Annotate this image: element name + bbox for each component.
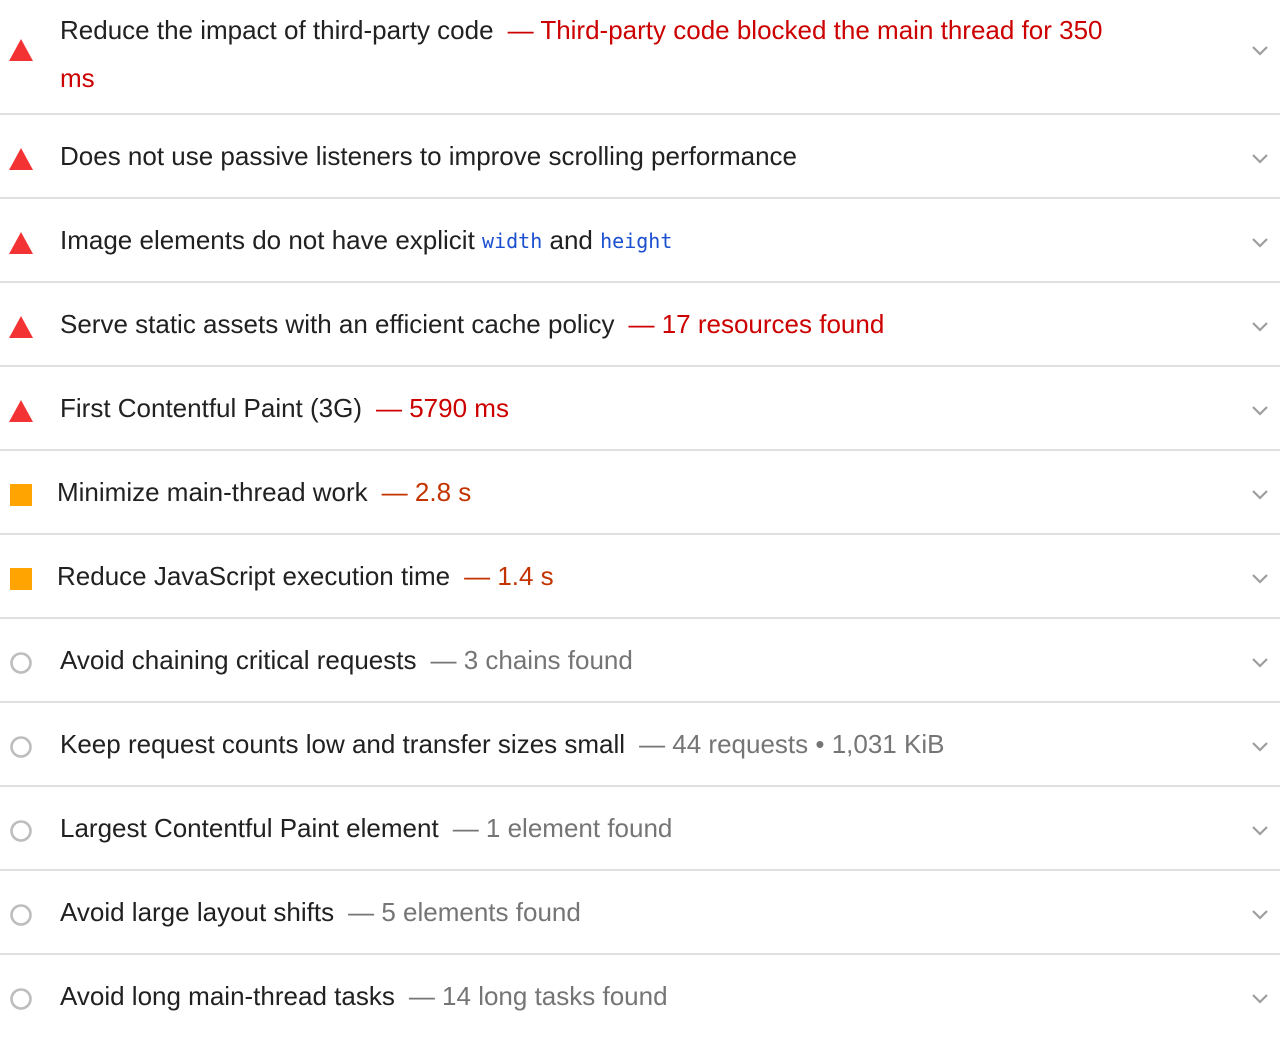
audit-title-part1: Image elements do not have explicit xyxy=(60,225,475,255)
audit-title: Keep request counts low and transfer siz… xyxy=(60,729,626,759)
audit-title-line: Serve static assets with an efficient ca… xyxy=(60,307,1130,342)
audit-title: Does not use passive listeners to improv… xyxy=(60,141,798,171)
chevron-down-icon[interactable] xyxy=(1250,400,1270,420)
chevron-down-icon[interactable] xyxy=(1250,484,1270,504)
informative-circle-icon xyxy=(8,902,34,928)
chevron-down-icon[interactable] xyxy=(1250,148,1270,168)
audit-display-value: — 2.8 s xyxy=(381,477,472,507)
audit-title-part2: and xyxy=(549,225,593,255)
fail-triangle-icon xyxy=(8,314,34,340)
chevron-down-icon[interactable] xyxy=(1250,568,1270,588)
audit-display-value: — 1.4 s xyxy=(464,561,554,591)
audit-display-value: — 44 requests • 1,031 KiB xyxy=(639,729,945,759)
audit-list: Reduce the impact of third-party code — T… xyxy=(0,0,1280,1039)
fail-triangle-icon xyxy=(8,146,34,172)
chevron-down-icon[interactable] xyxy=(1250,316,1270,336)
audit-title-line: Avoid large layout shifts — 5 elements fo… xyxy=(60,895,1130,930)
audit-long-tasks[interactable]: Avoid long main-thread tasks — 14 long ta… xyxy=(0,955,1280,1039)
audit-title-line: Reduce the impact of third-party code — T… xyxy=(60,6,1130,102)
audit-title: Avoid chaining critical requests xyxy=(60,645,417,675)
code-width: width xyxy=(482,229,543,253)
audit-title: Avoid long main-thread tasks xyxy=(60,981,395,1011)
audit-display-value: — 5 elements found xyxy=(348,897,581,927)
audit-mainthread-work-breakdown[interactable]: Minimize main-thread work — 2.8 s xyxy=(0,451,1280,535)
audit-display-value: — 3 chains found xyxy=(430,645,633,675)
chevron-down-icon[interactable] xyxy=(1250,988,1270,1008)
informative-circle-icon xyxy=(8,650,34,676)
informative-circle-icon xyxy=(8,734,34,760)
audit-display-value: — 17 resources found xyxy=(628,309,885,339)
audit-title: Serve static assets with an efficient ca… xyxy=(60,309,615,339)
audit-display-value: — 5790 ms xyxy=(376,393,509,423)
chevron-down-icon[interactable] xyxy=(1250,736,1270,756)
average-square-icon xyxy=(8,566,34,592)
chevron-down-icon[interactable] xyxy=(1250,904,1270,924)
audit-title: Minimize main-thread work xyxy=(57,477,368,507)
audit-uses-passive-event-listeners[interactable]: Does not use passive listeners to improv… xyxy=(0,115,1280,199)
audit-title: First Contentful Paint (3G) xyxy=(60,393,362,423)
audit-title-line: Keep request counts low and transfer siz… xyxy=(60,727,1130,762)
fail-triangle-icon xyxy=(8,398,34,424)
audit-uses-long-cache-ttl[interactable]: Serve static assets with an efficient ca… xyxy=(0,283,1280,367)
informative-circle-icon xyxy=(8,818,34,844)
audit-third-party-summary[interactable]: Reduce the impact of third-party code — T… xyxy=(0,0,1280,115)
audit-title-line: Avoid long main-thread tasks — 14 long ta… xyxy=(60,979,1130,1014)
audit-title: Largest Contentful Paint element xyxy=(60,813,439,843)
informative-circle-icon xyxy=(8,986,34,1012)
chevron-down-icon[interactable] xyxy=(1250,820,1270,840)
audit-title-line: Avoid chaining critical requests — 3 chai… xyxy=(60,643,1130,678)
audit-display-value: — 14 long tasks found xyxy=(408,981,668,1011)
chevron-down-icon[interactable] xyxy=(1250,40,1270,60)
audit-title: Reduce the impact of third-party code xyxy=(60,15,494,45)
audit-title-line: Image elements do not have explicit widt… xyxy=(60,223,1130,259)
code-height: height xyxy=(600,229,673,253)
audit-critical-request-chains[interactable]: Avoid chaining critical requests — 3 chai… xyxy=(0,619,1280,703)
audit-largest-contentful-paint-element[interactable]: Largest Contentful Paint element — 1 elem… xyxy=(0,787,1280,871)
audit-title-line: First Contentful Paint (3G) — 5790 ms xyxy=(60,391,1130,426)
fail-triangle-icon xyxy=(8,37,34,63)
fail-triangle-icon xyxy=(8,230,34,256)
chevron-down-icon[interactable] xyxy=(1250,652,1270,672)
audit-title: Reduce JavaScript execution time xyxy=(57,561,451,591)
audit-title-line: Does not use passive listeners to improv… xyxy=(60,139,1130,174)
audit-title-line: Largest Contentful Paint element — 1 elem… xyxy=(60,811,1130,846)
audit-display-value: — 1 element found xyxy=(452,813,673,843)
audit-unsized-images[interactable]: Image elements do not have explicit widt… xyxy=(0,199,1280,283)
average-square-icon xyxy=(8,482,34,508)
chevron-down-icon[interactable] xyxy=(1250,232,1270,252)
audit-first-contentful-paint-3g[interactable]: First Contentful Paint (3G) — 5790 ms xyxy=(0,367,1280,451)
audit-title: Avoid large layout shifts xyxy=(60,897,335,927)
audit-title-line: Minimize main-thread work — 2.8 s xyxy=(57,475,1130,510)
audit-title-line: Reduce JavaScript execution time — 1.4 s xyxy=(57,559,1130,594)
audit-bootup-time[interactable]: Reduce JavaScript execution time — 1.4 s xyxy=(0,535,1280,619)
audit-resource-summary[interactable]: Keep request counts low and transfer siz… xyxy=(0,703,1280,787)
audit-layout-shift-elements[interactable]: Avoid large layout shifts — 5 elements fo… xyxy=(0,871,1280,955)
